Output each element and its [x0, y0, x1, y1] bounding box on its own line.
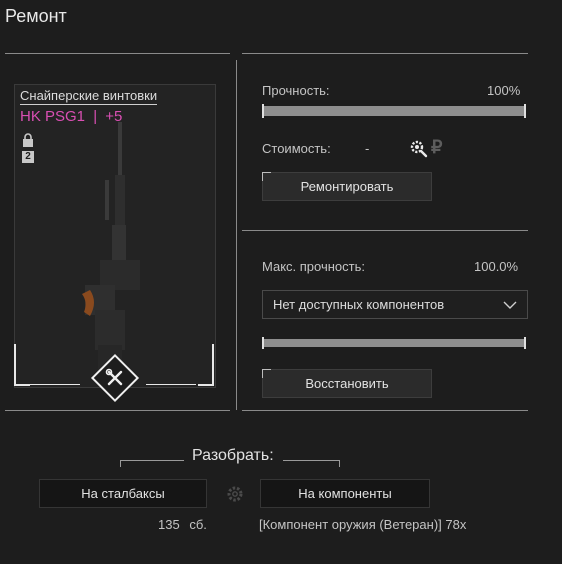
durability-value: 100%: [487, 83, 521, 98]
divider-top-left: [5, 53, 230, 54]
rank-badge: 2: [22, 151, 34, 163]
chevron-down-icon: [503, 301, 517, 309]
max-durability-bar-fill: [262, 339, 526, 347]
card-bottom-line-right: [146, 384, 196, 385]
max-durability-bar-cap-left: [262, 337, 264, 349]
cost-label: Стоимость:: [262, 141, 331, 156]
max-durability-label: Макс. прочность:: [262, 259, 365, 274]
durability-bar-cap-left: [262, 104, 264, 118]
divider-middle-right: [242, 230, 528, 231]
ruble-icon: ₽: [431, 137, 443, 157]
disassemble-line-right: [283, 460, 340, 461]
disassemble-tick-right: [339, 460, 340, 467]
repair-button[interactable]: Ремонтировать: [262, 172, 432, 201]
max-durability-bar-cap-right: [524, 337, 526, 349]
stalbucks-amount: 135 сб.: [158, 517, 207, 532]
card-bottom-line-left: [30, 384, 80, 385]
stalbucks-amount-value: 135: [158, 517, 180, 532]
disassemble-stalbucks-button[interactable]: На сталбаксы: [39, 479, 207, 508]
gear-search-icon: [408, 138, 428, 158]
component-select[interactable]: Нет доступных компонентов: [262, 290, 528, 319]
disassemble-stalbucks-label: На сталбаксы: [81, 486, 165, 501]
durability-bar-fill: [262, 106, 526, 116]
disassemble-tick-left: [120, 460, 121, 467]
divider-vertical: [236, 60, 237, 410]
lock-icon: [22, 133, 34, 147]
divider-bottom-right: [242, 410, 528, 411]
divider-bottom-left: [5, 410, 230, 411]
component-select-value: Нет доступных компонентов: [273, 297, 445, 312]
durability-label: Прочность:: [262, 83, 330, 98]
restore-button-label: Восстановить: [305, 376, 389, 391]
disassemble-components-label: На компоненты: [298, 486, 392, 501]
max-durability-value: 100.0%: [474, 259, 519, 274]
gear-icon: [225, 484, 245, 504]
disassemble-title: Разобрать:: [192, 447, 274, 464]
cost-value: -: [365, 141, 370, 156]
max-durability-bar: [262, 337, 526, 349]
durability-bar: [262, 104, 526, 118]
disassemble-line-left: [120, 460, 184, 461]
stalbucks-amount-unit: сб.: [189, 517, 207, 532]
sniper-rifle-image: [60, 120, 170, 370]
item-category: Снайперские винтовки: [20, 88, 158, 105]
wrench-screwdriver-icon: [101, 364, 129, 392]
restore-button[interactable]: Восстановить: [262, 369, 432, 398]
card-corner-bl: [14, 344, 30, 386]
disassemble-components-button[interactable]: На компоненты: [260, 479, 430, 508]
window-title: Ремонт: [5, 6, 67, 26]
repair-button-corner: [262, 172, 271, 181]
divider-top-right: [242, 53, 528, 54]
components-result: [Компонент оружия (Ветеран)] 78x: [259, 517, 467, 532]
restore-button-corner: [262, 369, 271, 378]
durability-bar-cap-right: [524, 104, 526, 118]
card-corner-br: [198, 344, 214, 386]
repair-button-label: Ремонтировать: [300, 179, 394, 194]
